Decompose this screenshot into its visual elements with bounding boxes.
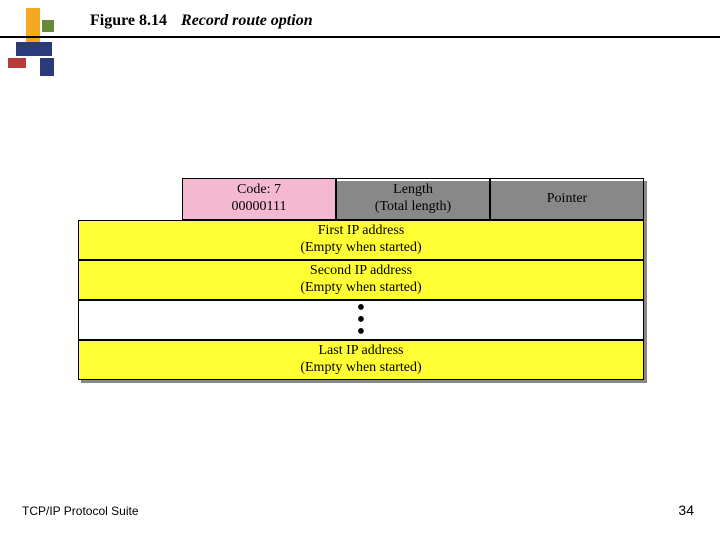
code-label: Code: 7 xyxy=(237,182,281,199)
figure-number: Figure 8.14 xyxy=(90,12,167,29)
code-value: 00000111 xyxy=(232,199,287,216)
record-route-diagram: Code: 7 00000111 Length (Total length) P… xyxy=(78,178,644,380)
last-ip-label: Last IP address xyxy=(318,343,403,360)
figure-caption: Record route option xyxy=(181,12,313,29)
page-number: 34 xyxy=(678,502,694,518)
last-ip-row: Last IP address (Empty when started) xyxy=(78,340,644,380)
first-ip-label: First IP address xyxy=(318,223,405,240)
title-underline xyxy=(0,36,720,38)
last-ip-sub: (Empty when started) xyxy=(300,360,421,377)
ellipsis-row: ••• xyxy=(78,300,644,340)
length-cell: Length (Total length) xyxy=(336,178,490,220)
length-label: Length xyxy=(393,182,433,199)
logo xyxy=(8,8,68,78)
length-sub: (Total length) xyxy=(375,199,451,216)
header-row: Code: 7 00000111 Length (Total length) P… xyxy=(182,178,644,220)
second-ip-row: Second IP address (Empty when started) xyxy=(78,260,644,300)
pointer-cell: Pointer xyxy=(490,178,644,220)
first-ip-sub: (Empty when started) xyxy=(300,240,421,257)
figure-title: Figure 8.14 Record route option xyxy=(90,12,313,30)
pointer-label: Pointer xyxy=(547,191,587,208)
footer-text: TCP/IP Protocol Suite xyxy=(22,504,139,518)
first-ip-row: First IP address (Empty when started) xyxy=(78,220,644,260)
code-cell: Code: 7 00000111 xyxy=(182,178,336,220)
vertical-ellipsis-icon: ••• xyxy=(357,302,365,338)
second-ip-label: Second IP address xyxy=(310,263,412,280)
